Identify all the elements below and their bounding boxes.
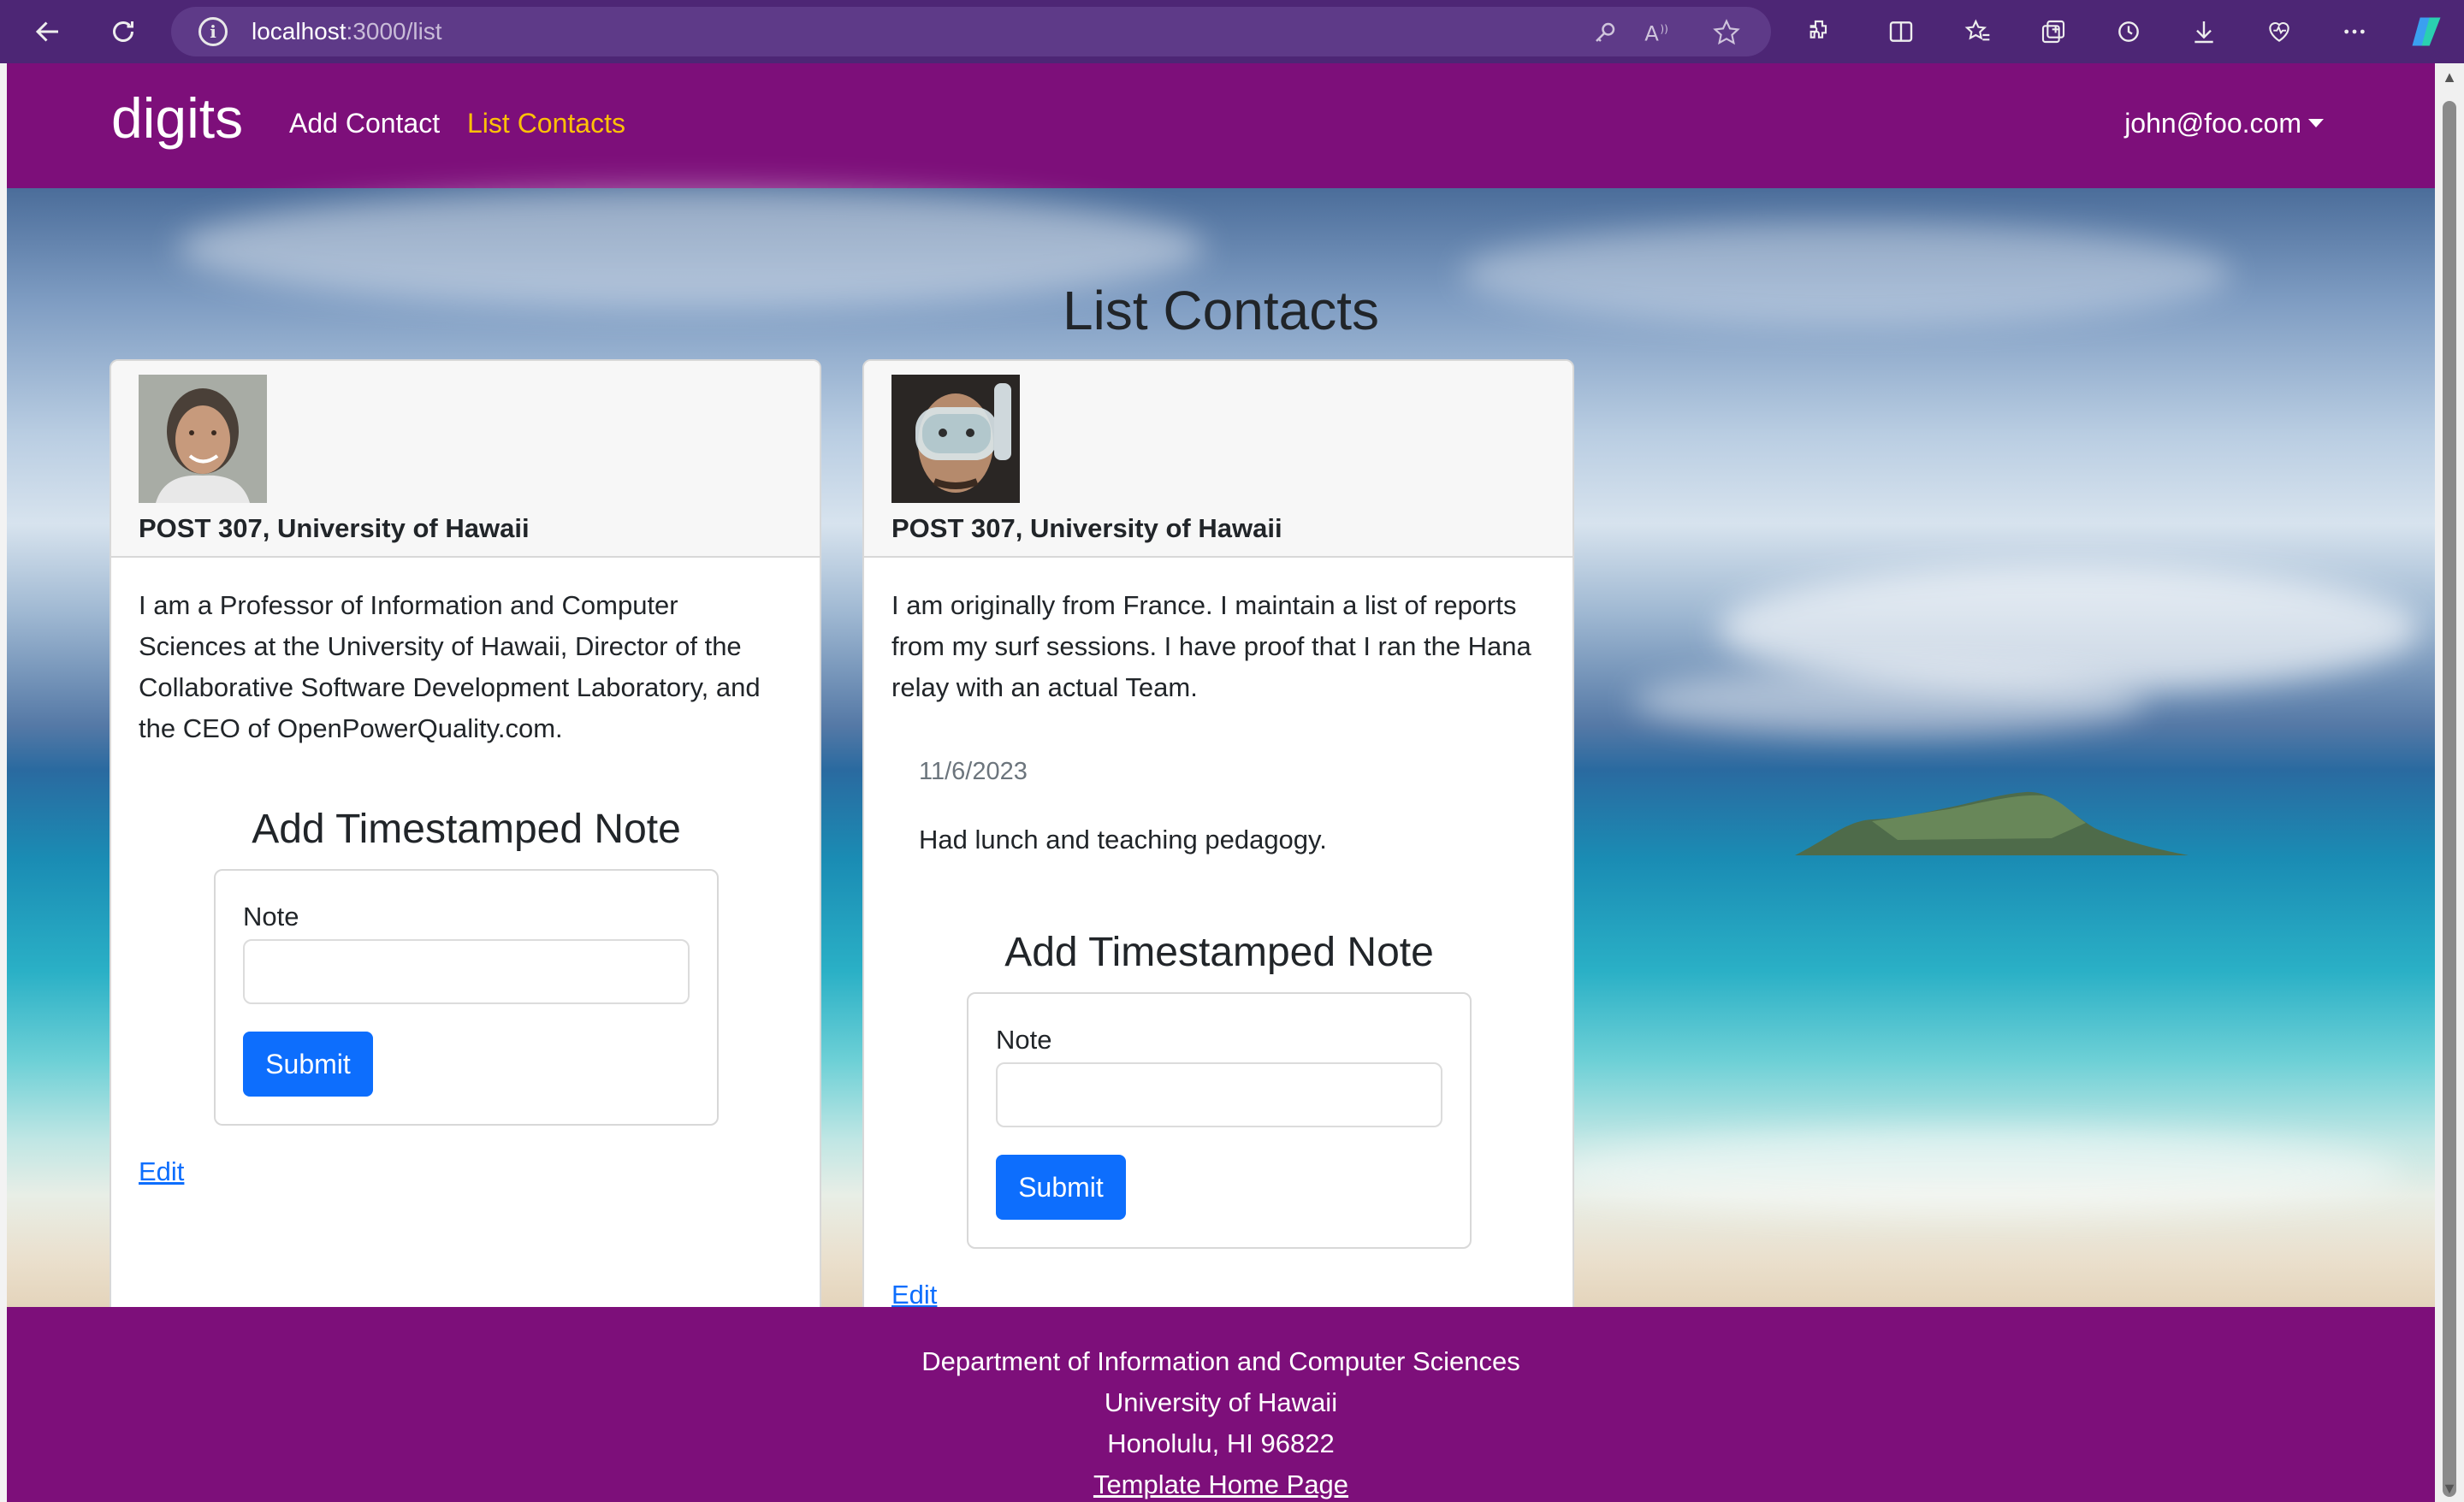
nav-link-add-contact[interactable]: Add Contact xyxy=(289,108,440,139)
note-input[interactable] xyxy=(996,1062,1442,1127)
edit-link[interactable]: Edit xyxy=(139,1156,184,1187)
footer-line: University of Hawaii xyxy=(1104,1387,1338,1417)
page-title: List Contacts xyxy=(1063,280,1379,341)
key-icon[interactable] xyxy=(1588,15,1622,50)
address-bar[interactable]: i localhost:3000/list A)) xyxy=(171,7,1771,56)
collections-icon[interactable] xyxy=(2028,6,2079,57)
back-arrow-icon[interactable] xyxy=(22,6,74,57)
template-home-link[interactable]: Template Home Page xyxy=(7,1464,2435,1502)
add-note-form: Note Submit xyxy=(967,992,1472,1249)
browser-toolbar: i localhost:3000/list A)) xyxy=(0,0,2464,63)
page-scrollbar[interactable]: ▲ ▼ xyxy=(2435,63,2464,1502)
site-info-icon[interactable]: i xyxy=(198,17,228,46)
brand-logo[interactable]: digits xyxy=(111,86,243,151)
url-text: localhost:3000/list xyxy=(252,18,442,44)
note-text: Had lunch and teaching pedagogy. xyxy=(919,825,1327,854)
scroll-down-icon[interactable]: ▼ xyxy=(2440,1480,2459,1499)
add-note-title: Add Timestamped Note xyxy=(252,807,681,852)
download-icon[interactable] xyxy=(2178,6,2230,57)
more-options-icon[interactable] xyxy=(2329,6,2380,57)
top-navbar: digits Add Contact List Contacts john@fo… xyxy=(7,63,2435,188)
contact-card: POST 307, University of Hawaii I am orig… xyxy=(862,359,1574,1343)
submit-button[interactable]: Submit xyxy=(996,1155,1126,1220)
page-footer: Department of Information and Computer S… xyxy=(7,1307,2435,1502)
history-icon[interactable] xyxy=(2103,6,2154,57)
submit-button[interactable]: Submit xyxy=(243,1032,373,1097)
extensions-icon[interactable] xyxy=(1793,6,1845,57)
add-note-title: Add Timestamped Note xyxy=(1004,930,1434,975)
note-label: Note xyxy=(996,1025,1052,1055)
caret-down-icon xyxy=(2308,119,2324,127)
footer-line: Honolulu, HI 96822 xyxy=(1107,1428,1335,1458)
note-input[interactable] xyxy=(243,939,690,1004)
page-viewport: digits Add Contact List Contacts john@fo… xyxy=(7,63,2435,1502)
contact-card: POST 307, University of Hawaii I am a Pr… xyxy=(110,359,821,1343)
footer-line: Department of Information and Computer S… xyxy=(921,1346,1520,1376)
nav-link-list-contacts[interactable]: List Contacts xyxy=(467,108,625,139)
copilot-icon[interactable] xyxy=(2401,6,2452,57)
add-note-form: Note Submit xyxy=(214,869,719,1126)
scroll-up-icon[interactable]: ▲ xyxy=(2440,68,2459,87)
contact-address: POST 307, University of Hawaii xyxy=(891,513,1282,543)
contact-description: I am originally from France. I maintain … xyxy=(891,590,1531,702)
card-header: POST 307, University of Hawaii xyxy=(111,361,820,558)
contact-description: I am a Professor of Information and Comp… xyxy=(139,590,761,743)
note-label: Note xyxy=(243,902,299,931)
contact-avatar xyxy=(891,375,1020,503)
refresh-icon[interactable] xyxy=(98,6,149,57)
note-date: 11/6/2023 xyxy=(919,758,1028,785)
user-dropdown[interactable]: john@foo.com xyxy=(2124,108,2324,139)
split-screen-icon[interactable] xyxy=(1875,6,1927,57)
user-email: john@foo.com xyxy=(2124,108,2301,139)
scrollbar-thumb[interactable] xyxy=(2443,101,2456,1497)
performance-icon[interactable] xyxy=(2254,6,2305,57)
contact-address: POST 307, University of Hawaii xyxy=(139,513,530,543)
island-image xyxy=(1795,791,2189,855)
beach-background: List Contacts POST 307, University of Ha… xyxy=(7,188,2435,1343)
favorite-star-icon[interactable] xyxy=(1709,15,1744,50)
svg-text:)): )) xyxy=(1660,23,1667,35)
card-header: POST 307, University of Hawaii xyxy=(864,361,1573,558)
svg-text:A: A xyxy=(1644,21,1659,45)
favorites-icon[interactable] xyxy=(1952,6,2004,57)
contact-avatar xyxy=(139,375,267,503)
edit-link[interactable]: Edit xyxy=(891,1280,937,1310)
read-aloud-icon[interactable]: A)) xyxy=(1641,15,1675,50)
